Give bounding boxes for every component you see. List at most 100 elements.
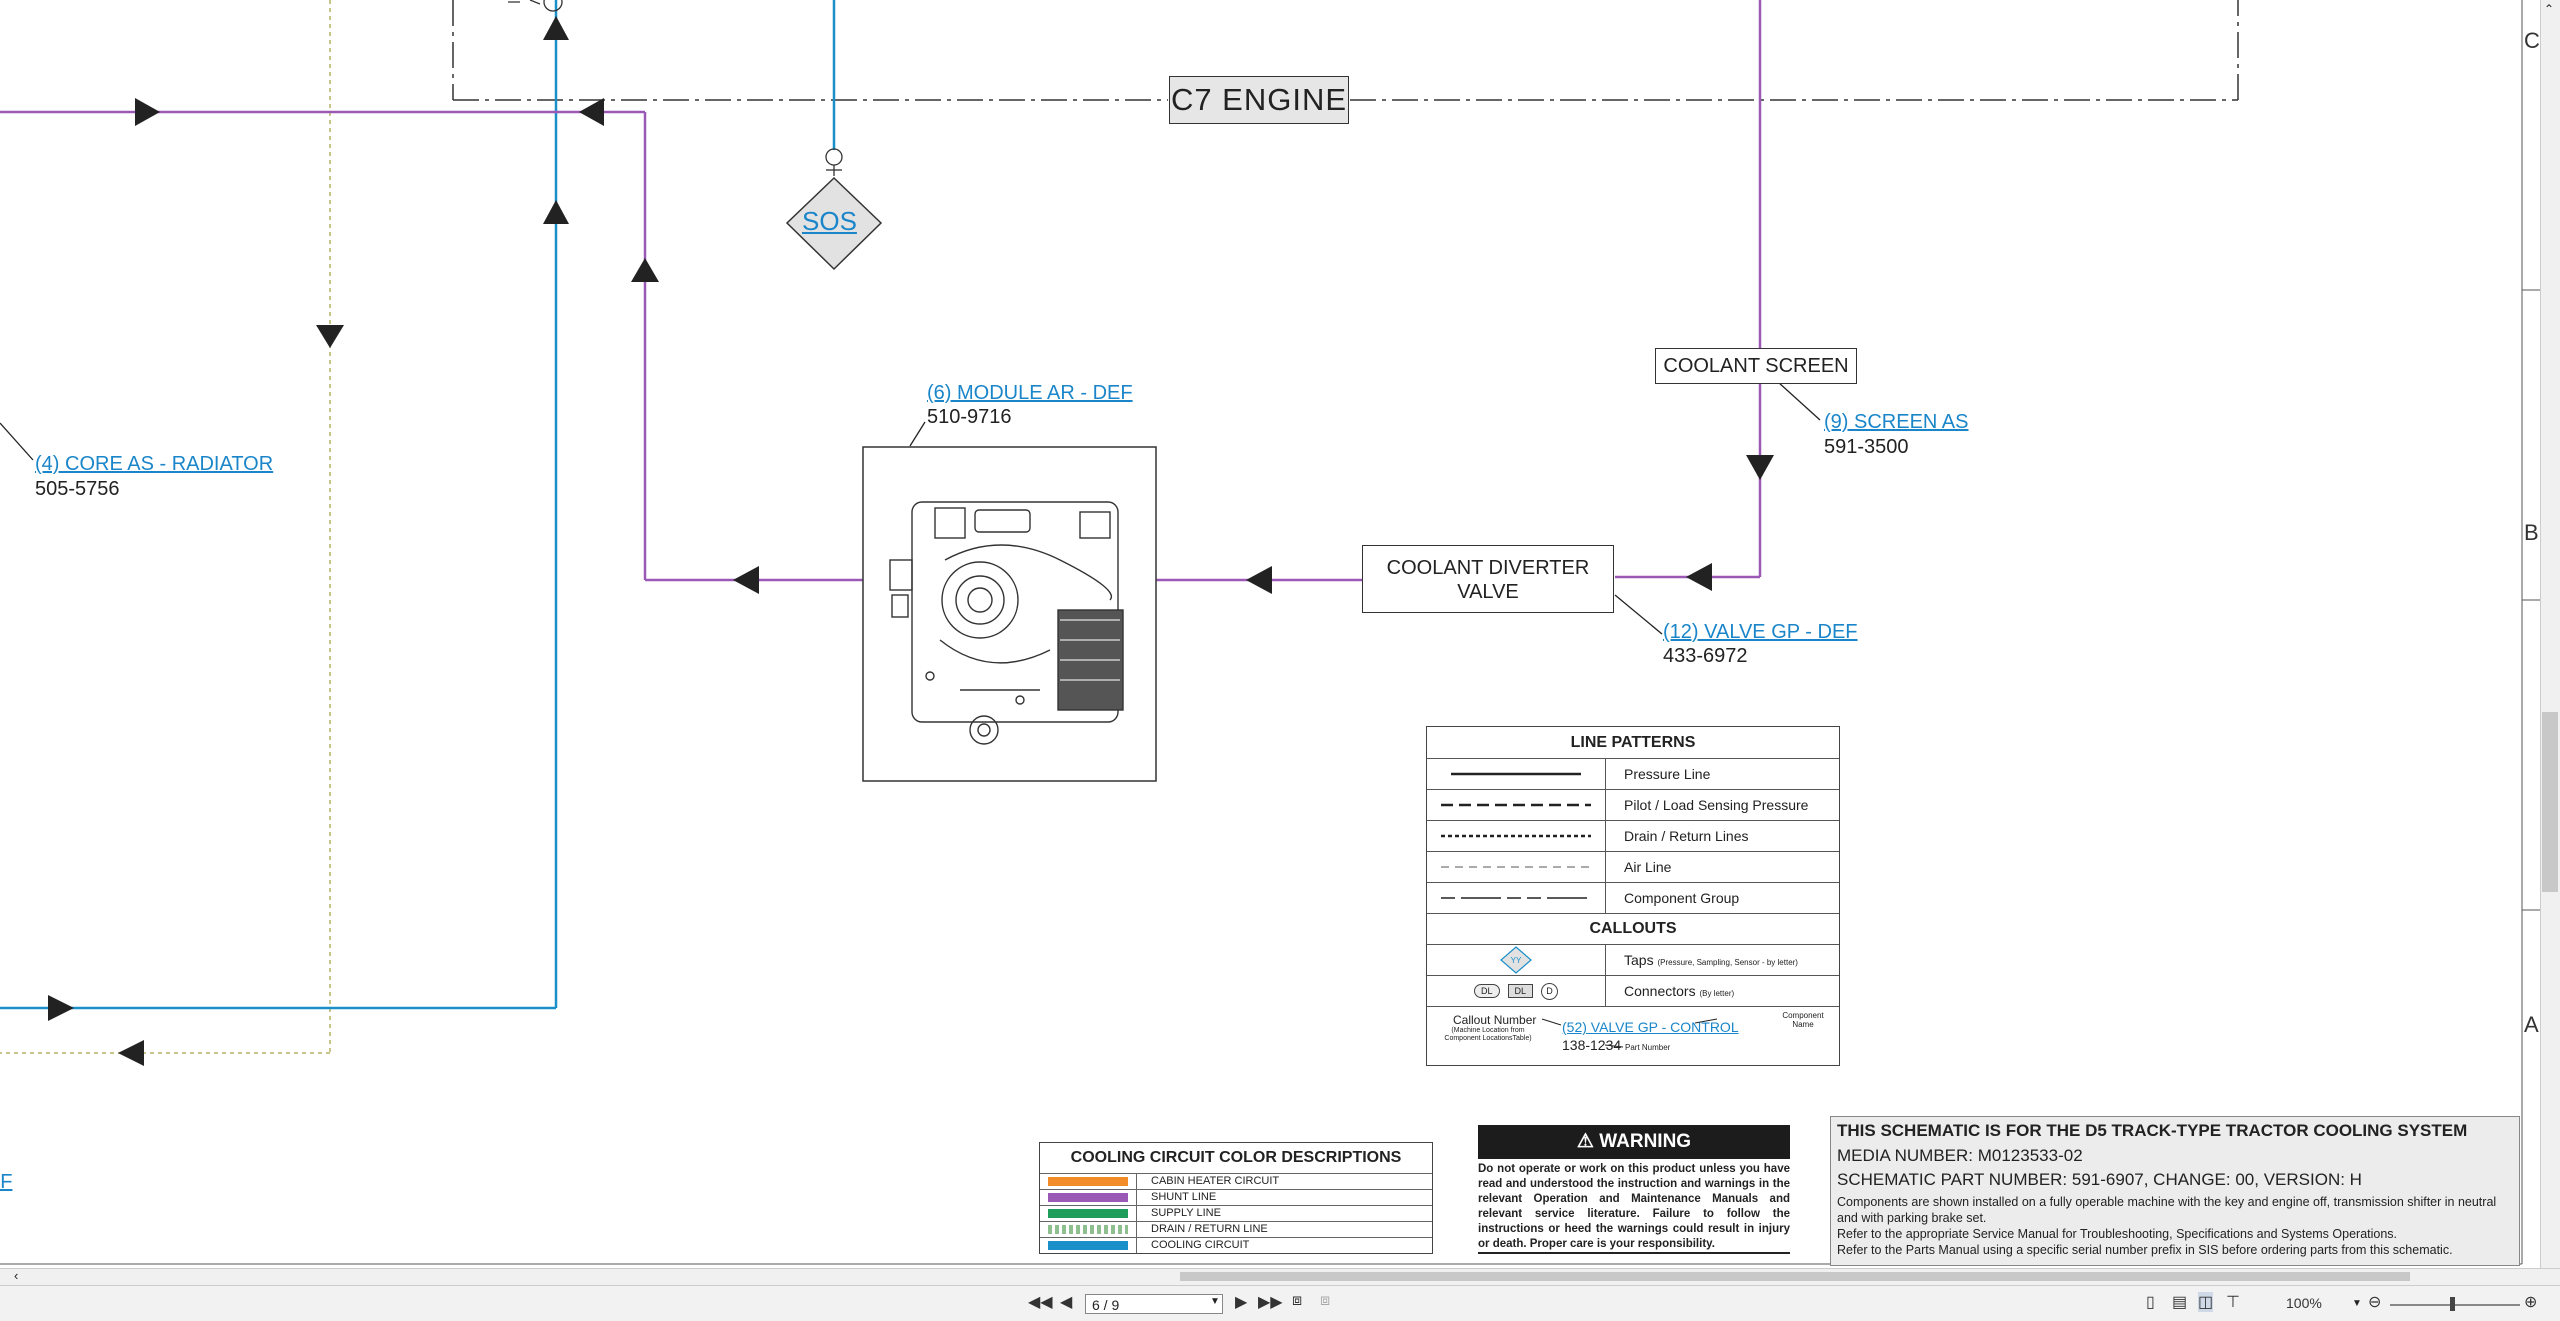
legend-row: Component Group bbox=[1427, 883, 1839, 914]
connectors-label-text: Connectors bbox=[1624, 983, 1696, 999]
air-line-symbol bbox=[1427, 852, 1606, 882]
connectors-note: (By letter) bbox=[1699, 989, 1735, 998]
valve-callout-link[interactable]: (12) VALVE GP - DEF bbox=[1663, 621, 1858, 644]
zone-letter-b: B bbox=[2524, 520, 2539, 545]
flow-arrow bbox=[1746, 455, 1774, 480]
legend-pattern-label: Drain / Return Lines bbox=[1624, 828, 1749, 844]
taps-label-text: Taps bbox=[1624, 952, 1654, 968]
color-swatch bbox=[1048, 1177, 1128, 1186]
next-view-icon[interactable]: ⧈ bbox=[1320, 1292, 1330, 1310]
note-parts-manual: Refer to the Parts Manual using a specif… bbox=[1837, 1243, 2453, 1257]
cooling-circuit-line bbox=[0, 0, 836, 1010]
facing-pages-icon[interactable]: ◫ bbox=[2198, 1292, 2214, 1312]
next-page-icon[interactable]: ▶ bbox=[1235, 1292, 1247, 1312]
callouts-title: CALLOUTS bbox=[1427, 914, 1839, 945]
color-desc-label: DRAIN / RETURN LINE bbox=[1136, 1222, 1268, 1237]
flow-arrow bbox=[316, 325, 344, 348]
color-desc-label: SUPPLY LINE bbox=[1136, 1206, 1221, 1221]
zoom-in-icon[interactable]: ⊕ bbox=[2524, 1292, 2537, 1312]
flow-arrow bbox=[733, 566, 759, 594]
pressure-line-symbol bbox=[1427, 759, 1606, 789]
scroll-left-icon[interactable]: ‹ bbox=[14, 1268, 18, 1283]
diverter-label-line2: VALVE bbox=[1457, 581, 1519, 603]
zoom-slider-handle[interactable] bbox=[2450, 1297, 2455, 1311]
zoom-slider[interactable] bbox=[2390, 1304, 2520, 1306]
def-module-callout-link[interactable]: (6) MODULE AR - DEF bbox=[927, 382, 1133, 405]
warning-title: WARNING bbox=[1599, 1131, 1692, 1152]
vertical-scroll-thumb[interactable] bbox=[2542, 712, 2558, 892]
color-swatch bbox=[1048, 1225, 1128, 1234]
schematic-title: THIS SCHEMATIC IS FOR THE D5 TRACK-TYPE … bbox=[1837, 1121, 2468, 1140]
warning-header: ⚠ WARNING bbox=[1478, 1125, 1790, 1159]
connector-dl-square: DL bbox=[1507, 984, 1534, 998]
last-page-icon[interactable]: ▶▶ bbox=[1258, 1292, 1283, 1312]
radiator-part-number: 505-5756 bbox=[35, 478, 120, 500]
drain-line-symbol bbox=[1427, 821, 1606, 851]
first-page-icon[interactable]: ◀◀ bbox=[1028, 1292, 1053, 1312]
color-desc-row: CABIN HEATER CIRCUIT bbox=[1040, 1173, 1432, 1189]
warning-block: ⚠ WARNING Do not operate or work on this… bbox=[1478, 1125, 1790, 1254]
previous-page-icon[interactable]: ◀ bbox=[1060, 1292, 1072, 1312]
zoom-level[interactable]: 100% bbox=[2286, 1295, 2322, 1311]
warning-text: Do not operate or work on this product u… bbox=[1478, 1159, 1790, 1254]
color-swatch bbox=[1048, 1193, 1128, 1202]
upstream-symbol-fragment bbox=[508, 0, 563, 12]
legend-row: Air Line bbox=[1427, 852, 1839, 883]
schematic-part-number: SCHEMATIC PART NUMBER: 591-6907, CHANGE:… bbox=[1837, 1170, 2362, 1189]
color-desc-label: SHUNT LINE bbox=[1136, 1190, 1216, 1205]
diverter-label-line1: COOLANT DIVERTER bbox=[1386, 557, 1590, 579]
drain-line bbox=[0, 0, 331, 1054]
sos-tap-link[interactable]: SOS bbox=[802, 206, 857, 237]
flow-arrow bbox=[118, 1040, 144, 1066]
color-desc-row: SUPPLY LINE bbox=[1040, 1205, 1432, 1221]
zoom-dropdown-icon[interactable]: ▼ bbox=[2352, 1298, 2362, 1309]
color-desc-row: DRAIN / RETURN LINE bbox=[1040, 1221, 1432, 1237]
valve-part-number: 433-6972 bbox=[1663, 645, 1748, 667]
color-desc-row: COOLING CIRCUIT bbox=[1040, 1237, 1432, 1253]
page-dropdown-icon[interactable]: ▼ bbox=[1210, 1296, 1220, 1307]
flow-arrow bbox=[1686, 563, 1712, 591]
color-desc-title: COOLING CIRCUIT COLOR DESCRIPTIONS bbox=[1070, 1149, 1402, 1166]
tap-symbol: YY bbox=[1427, 945, 1606, 975]
legend-row: Pilot / Load Sensing Pressure bbox=[1427, 790, 1839, 821]
part-number-note: Part Number bbox=[1625, 1043, 1671, 1052]
radiator-callout-link[interactable]: (4) CORE AS - RADIATOR bbox=[35, 453, 273, 476]
connector-dl-pill: DL bbox=[1473, 984, 1500, 998]
continuous-page-icon[interactable]: ▤ bbox=[2172, 1292, 2187, 1312]
flow-arrow bbox=[579, 98, 604, 126]
example-callout-link[interactable]: (52) VALVE GP - CONTROL bbox=[1562, 1019, 1739, 1035]
coolant-diverter-valve-box: COOLANT DIVERTER VALVE bbox=[1362, 545, 1614, 613]
connector-symbols: DL DL D bbox=[1427, 976, 1606, 1006]
flow-arrow bbox=[543, 200, 569, 224]
legend-row: Pressure Line bbox=[1427, 759, 1839, 790]
tap-symbol-text: YY bbox=[1511, 956, 1522, 965]
flow-arrow bbox=[543, 16, 569, 40]
legend-pattern-label: Air Line bbox=[1624, 859, 1672, 875]
page-number-field[interactable]: 6 / 9 bbox=[1085, 1294, 1223, 1314]
previous-view-icon[interactable]: ⧈ bbox=[1292, 1292, 1302, 1310]
flow-arrow bbox=[135, 98, 160, 126]
connectors-label: Connectors (By letter) bbox=[1606, 983, 1734, 999]
screen-callout-link[interactable]: (9) SCREEN AS bbox=[1824, 411, 1968, 434]
legend-row: YY Taps (Pressure, Sampling, Sensor - by… bbox=[1427, 945, 1839, 976]
flow-arrow bbox=[631, 258, 659, 282]
zoom-out-icon[interactable]: ⊖ bbox=[2368, 1292, 2381, 1312]
fit-page-icon[interactable]: ⊤ bbox=[2226, 1292, 2240, 1312]
legend-row: Drain / Return Lines bbox=[1427, 821, 1839, 852]
coolant-screen-box: COOLANT SCREEN bbox=[1655, 348, 1857, 384]
single-page-icon[interactable]: ▯ bbox=[2146, 1292, 2155, 1312]
legend-pattern-label: Pressure Line bbox=[1624, 766, 1711, 782]
cut-off-callout-link[interactable]: FF bbox=[0, 1171, 12, 1194]
pilot-line-symbol bbox=[1427, 790, 1606, 820]
callout-example: Callout Number (Machine Location from Co… bbox=[1427, 1007, 1839, 1063]
legend-title: LINE PATTERNS bbox=[1427, 727, 1839, 759]
warning-triangle-icon: ⚠ bbox=[1576, 1131, 1594, 1152]
scroll-up-icon[interactable]: ⌃ bbox=[2544, 2, 2554, 16]
vertical-scrollbar[interactable] bbox=[2540, 0, 2560, 1268]
legend-pattern-label: Pilot / Load Sensing Pressure bbox=[1624, 797, 1809, 813]
color-desc-label: COOLING CIRCUIT bbox=[1136, 1238, 1249, 1253]
screen-part-number: 591-3500 bbox=[1824, 436, 1909, 458]
media-number: MEDIA NUMBER: M0123533-02 bbox=[1837, 1146, 2083, 1165]
horizontal-scroll-thumb[interactable] bbox=[1180, 1272, 2410, 1281]
color-descriptions-table: COOLING CIRCUIT COLOR DESCRIPTIONS CABIN… bbox=[1039, 1142, 1433, 1254]
